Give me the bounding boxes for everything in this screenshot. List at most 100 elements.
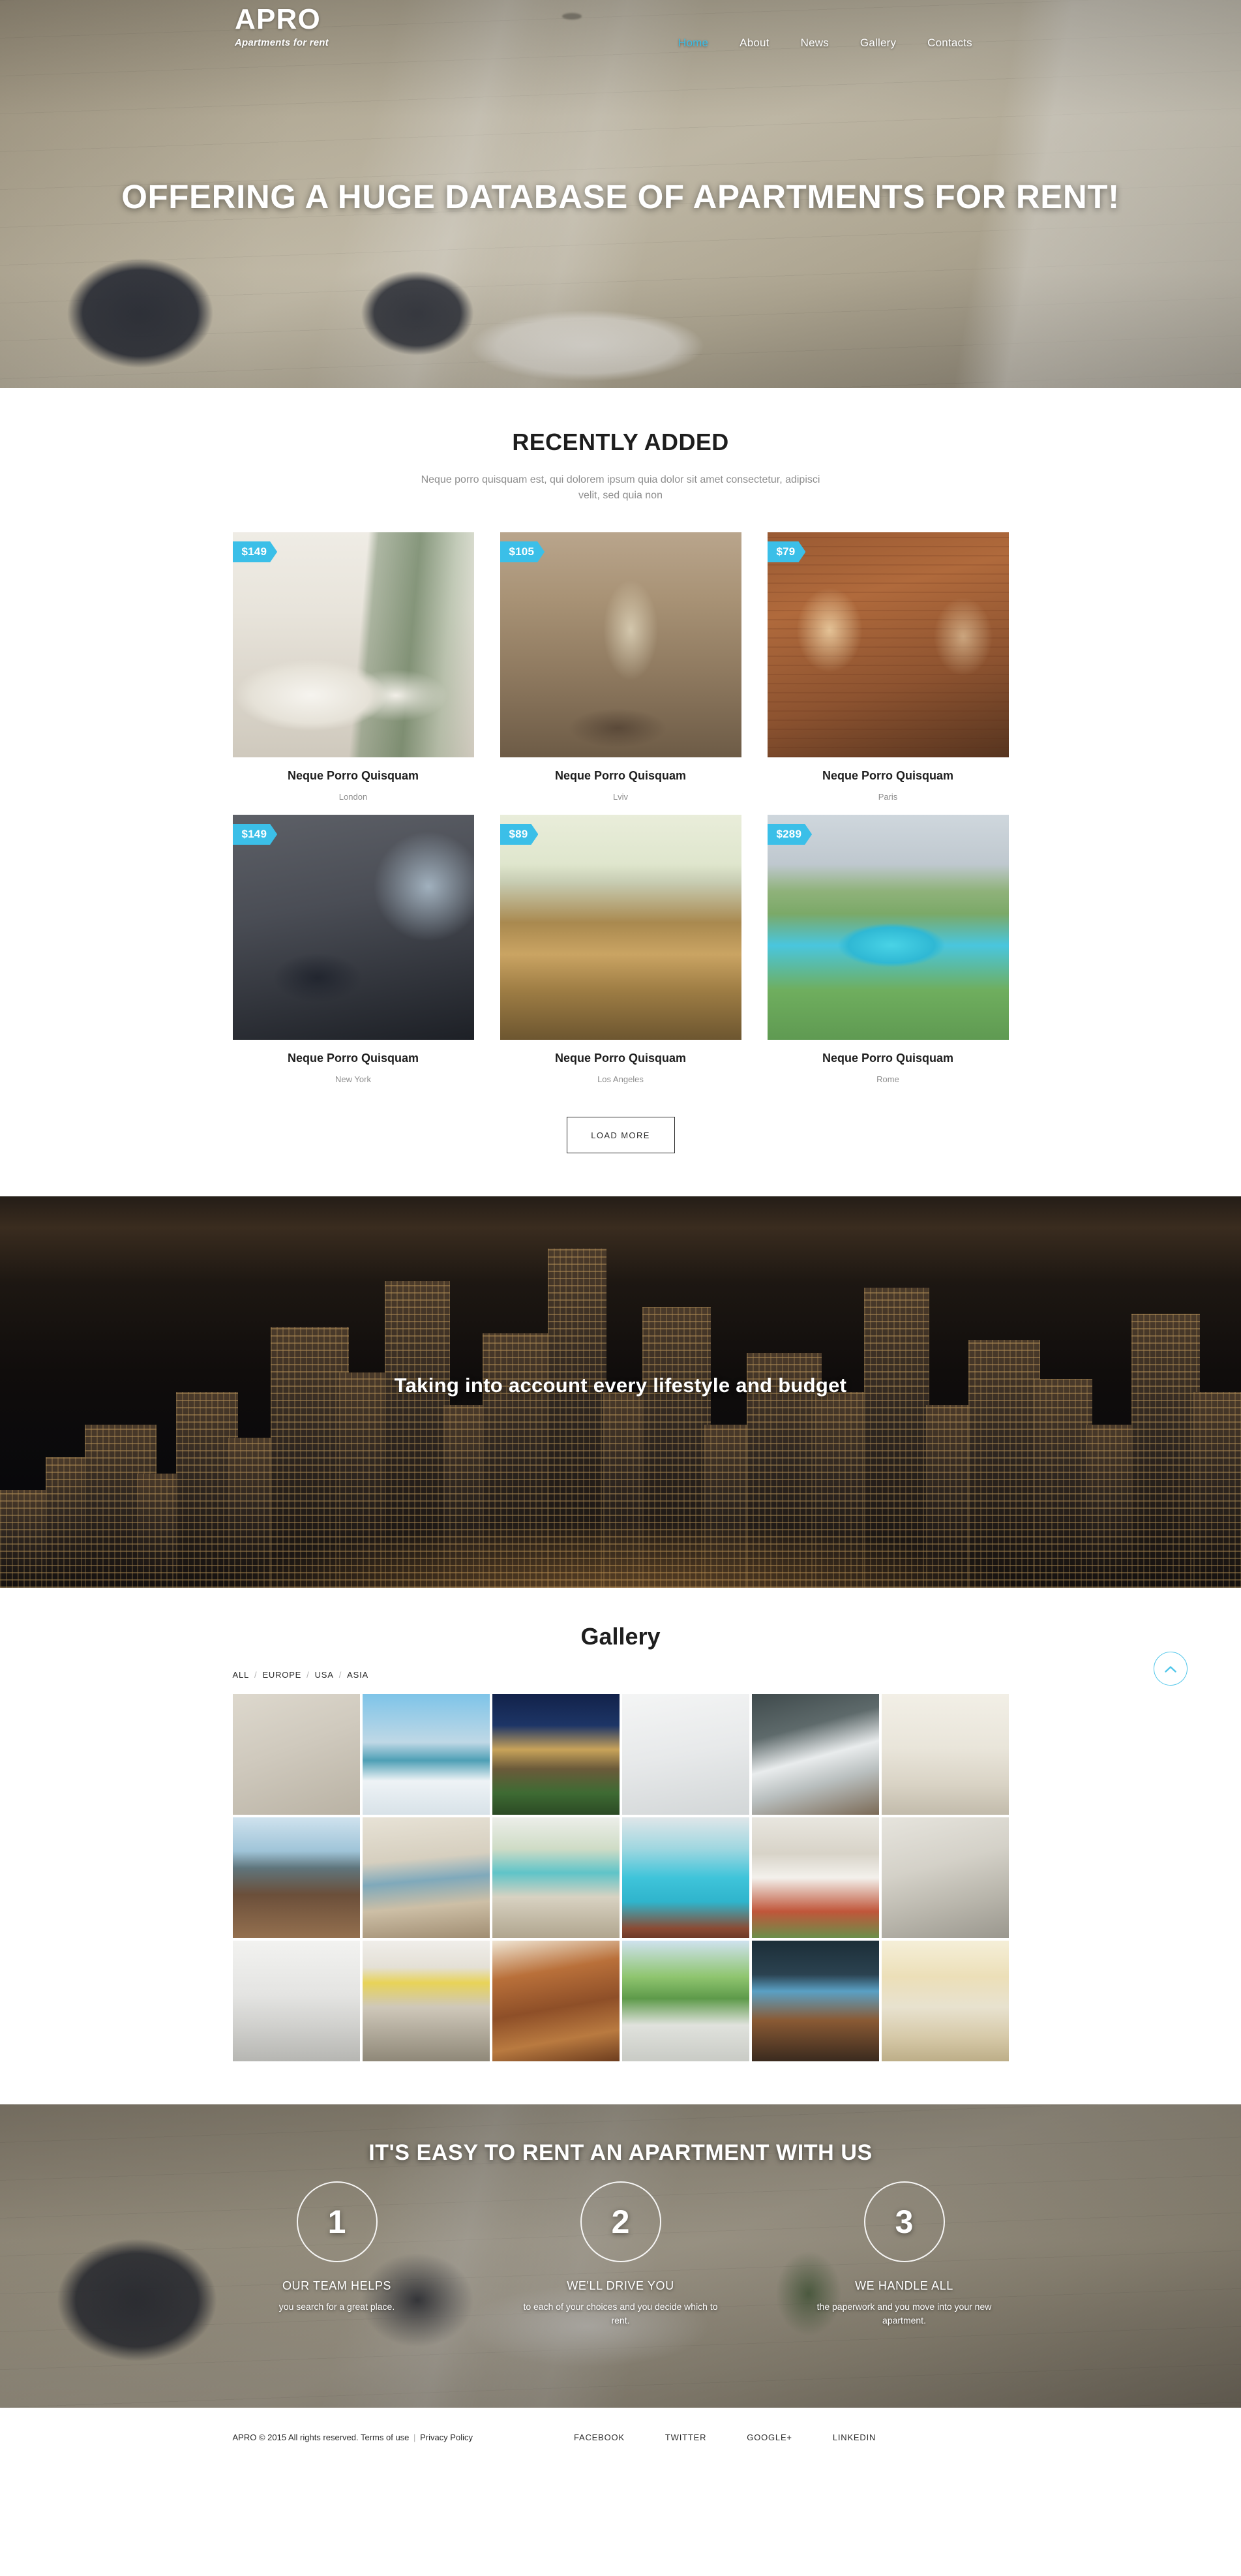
property-card-media[interactable]: $105 xyxy=(500,532,741,757)
gallery-filter-all[interactable]: ALL xyxy=(233,1670,250,1680)
step-number: 2 xyxy=(580,2181,661,2262)
gallery-item[interactable] xyxy=(881,1941,1009,2061)
gallery-item[interactable] xyxy=(362,1941,490,2061)
property-location: New York xyxy=(335,1074,371,1084)
property-card-media[interactable]: $89 xyxy=(500,815,741,1040)
gallery-item[interactable] xyxy=(751,1694,879,1815)
gallery-item[interactable] xyxy=(232,1817,360,1938)
how-it-works-section: IT'S EASY TO RENT AN APARTMENT WITH US 1… xyxy=(0,2104,1241,2408)
brand-tagline: Apartments for rent xyxy=(235,37,329,48)
step-title: OUR TEAM HELPS xyxy=(282,2279,392,2292)
step-item: 3 WE HANDLE ALL the paperwork and you move… xyxy=(800,2181,1009,2327)
gallery-filter-usa[interactable]: USA xyxy=(315,1670,334,1680)
site-footer: APRO © 2015 All rights reserved. Terms o… xyxy=(0,2408,1241,2466)
load-more-button[interactable]: LOAD MORE xyxy=(566,1117,675,1153)
footer-separator: | xyxy=(413,2432,416,2442)
steps-headline: IT'S EASY TO RENT AN APARTMENT WITH US xyxy=(368,2140,873,2165)
step-title: WE HANDLE ALL xyxy=(855,2279,953,2292)
social-link-facebook[interactable]: FACEBOOK xyxy=(574,2432,625,2442)
privacy-link[interactable]: Privacy Policy xyxy=(420,2432,473,2442)
gallery-item[interactable] xyxy=(621,1694,749,1815)
gallery-item[interactable] xyxy=(362,1694,490,1815)
property-title: Neque Porro Quisquam xyxy=(554,1052,687,1065)
property-card[interactable]: $89 Neque Porro Quisquam Los Angeles xyxy=(500,815,741,1084)
gallery-item[interactable] xyxy=(362,1817,490,1938)
price-badge: $79 xyxy=(768,541,806,562)
step-description: to each of your choices and you decide w… xyxy=(523,2301,718,2326)
price-badge: $149 xyxy=(233,824,278,845)
gallery-filter-europe[interactable]: EUROPE xyxy=(262,1670,301,1680)
gallery-filter-list: ALL / EUROPE / USA / ASIA xyxy=(233,1670,1009,1680)
nav-item-news[interactable]: News xyxy=(801,37,829,50)
nav-item-about[interactable]: About xyxy=(740,37,769,50)
property-card-media[interactable]: $149 xyxy=(232,532,474,757)
property-photo xyxy=(767,815,1009,1040)
hero-headline: OFFERING A HUGE DATABASE OF APARTMENTS F… xyxy=(121,178,1120,215)
gallery-filter-asia[interactable]: ASIA xyxy=(347,1670,368,1680)
property-photo xyxy=(500,815,741,1040)
gallery-title: Gallery xyxy=(580,1623,661,1650)
property-location: Los Angeles xyxy=(597,1074,644,1084)
section-subtitle: Neque porro quisquam est, qui dolorem ip… xyxy=(421,474,820,501)
property-card[interactable]: $79 Neque Porro Quisquam Paris xyxy=(767,532,1009,802)
property-card[interactable]: $105 Neque Porro Quisquam Lviv xyxy=(500,532,741,802)
social-link-googleplus[interactable]: GOOGLE+ xyxy=(747,2432,792,2442)
gallery-item[interactable] xyxy=(621,1941,749,2061)
step-item: 1 OUR TEAM HELPS you search for a great pl… xyxy=(233,2181,441,2327)
step-description: the paperwork and you move into your new… xyxy=(816,2301,992,2326)
brand-name: APRO xyxy=(235,3,321,35)
property-title: Neque Porro Quisquam xyxy=(822,769,954,782)
property-location: Paris xyxy=(878,792,898,802)
property-card[interactable]: $149 Neque Porro Quisquam London xyxy=(232,532,474,802)
property-card-media[interactable]: $149 xyxy=(232,815,474,1040)
property-card[interactable]: $149 Neque Porro Quisquam New York xyxy=(232,815,474,1084)
filter-separator: / xyxy=(254,1670,258,1680)
property-card-grid: $149 Neque Porro Quisquam London $105 Neque … xyxy=(232,532,1009,1084)
property-title: Neque Porro Quisquam xyxy=(287,1052,419,1065)
social-link-linkedin[interactable]: LINKEDIN xyxy=(833,2432,876,2442)
property-card-media[interactable]: $289 xyxy=(767,815,1009,1040)
brand-logo[interactable]: APRO Apartments for rent xyxy=(235,3,329,49)
gallery-item[interactable] xyxy=(881,1817,1009,1938)
city-glow xyxy=(0,1444,1241,1588)
copyright-text: APRO © 2015 All rights reserved. Terms o… xyxy=(233,2432,473,2442)
property-card[interactable]: $289 Neque Porro Quisquam Rome xyxy=(767,815,1009,1084)
terms-link[interactable]: Terms of use xyxy=(361,2432,409,2442)
main-navigation: Home About News Gallery Contacts xyxy=(678,37,972,50)
load-more-wrapper: LOAD MORE xyxy=(0,1084,1241,1196)
property-photo xyxy=(500,532,741,757)
section-title: RECENTLY ADDED xyxy=(512,429,729,455)
step-description: you search for a great place. xyxy=(278,2301,395,2312)
nav-item-contacts[interactable]: Contacts xyxy=(927,37,972,50)
parallax-headline: Taking into account every lifestyle and … xyxy=(394,1374,847,1397)
property-photo xyxy=(232,815,474,1040)
property-title: Neque Porro Quisquam xyxy=(822,1052,954,1065)
step-title: WE'LL DRIVE YOU xyxy=(567,2279,674,2292)
gallery-item[interactable] xyxy=(492,1817,620,1938)
property-card-media[interactable]: $79 xyxy=(767,532,1009,757)
site-header: APRO Apartments for rent Home About News… xyxy=(0,0,1241,64)
gallery-grid xyxy=(232,1694,1009,2061)
price-badge: $89 xyxy=(500,824,539,845)
property-photo xyxy=(232,532,474,757)
social-link-twitter[interactable]: TWITTER xyxy=(665,2432,706,2442)
nav-item-home[interactable]: Home xyxy=(678,37,708,50)
gallery-item[interactable] xyxy=(232,1941,360,2061)
gallery-item[interactable] xyxy=(492,1694,620,1815)
gallery-item[interactable] xyxy=(492,1941,620,2061)
gallery-item[interactable] xyxy=(621,1817,749,1938)
chevron-up-icon xyxy=(1165,1665,1176,1673)
step-number: 1 xyxy=(296,2181,378,2262)
price-badge: $149 xyxy=(233,541,278,562)
gallery-item[interactable] xyxy=(232,1694,360,1815)
nav-item-gallery[interactable]: Gallery xyxy=(860,37,896,50)
social-links: FACEBOOK TWITTER GOOGLE+ LINKEDIN xyxy=(574,2432,876,2442)
gallery-item[interactable] xyxy=(751,1941,879,2061)
scroll-to-top-button[interactable] xyxy=(1154,1652,1188,1686)
property-title: Neque Porro Quisquam xyxy=(287,769,419,782)
parallax-banner-section: Taking into account every lifestyle and … xyxy=(0,1196,1241,1588)
gallery-item[interactable] xyxy=(881,1694,1009,1815)
gallery-item[interactable] xyxy=(751,1817,879,1938)
property-location: Rome xyxy=(876,1074,899,1084)
gallery-section: Gallery ALL / EUROPE / USA / ASIA xyxy=(0,1588,1241,2104)
